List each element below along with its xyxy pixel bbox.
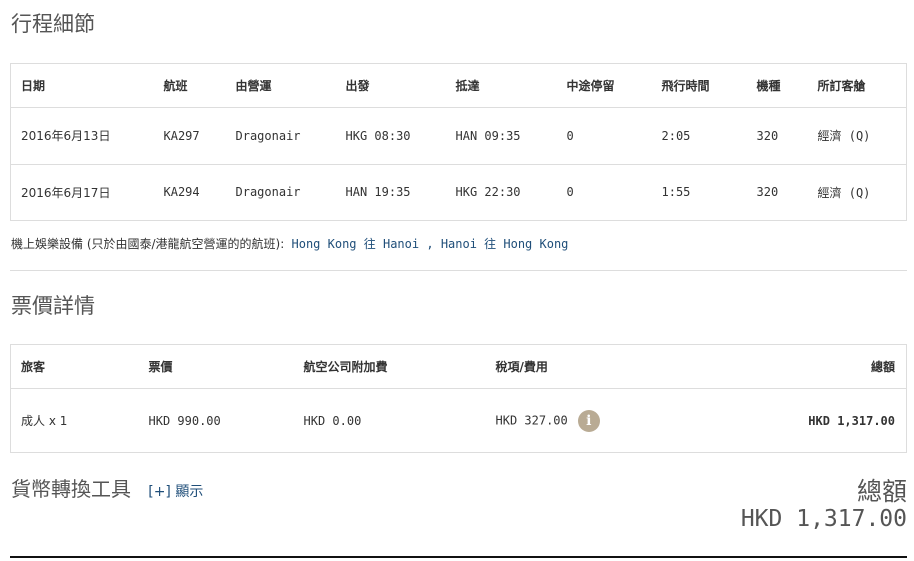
cell-stops: 0 [566,185,574,200]
cell-arrive: HKG 22:30 [455,185,521,200]
cell-taxes: HKD 327.00 i [486,389,666,453]
ife-separator: , [426,237,434,251]
itinerary-header-row: 日期 航班 由營運 出發 抵達 中途停留 飛行時間 機種 所訂客艙 [10,63,907,108]
grand-total-label: 總額 [856,477,907,506]
col-aircraft: 機種 [746,63,808,108]
cell-arrive: HAN 09:35 [445,107,557,165]
table-row: 成人 x 1 HKD 990.00 HKD 0.00 HKD 327.00 i H… [11,389,907,453]
cell-operator: Dragonair [225,107,336,165]
cell-cabin: 經濟 (Q) [807,107,907,165]
ife-line: 機上娛樂設備 (只於由國泰/港龍航空營運的的航班): Hong Kong 往 H… [11,235,568,252]
col-cabin: 所訂客艙 [807,63,907,108]
cell-date: 2016年6月13日 [10,107,154,165]
aircraft-link[interactable]: 320 [746,107,808,165]
fare-title: 票價詳情 [11,294,95,318]
col-date: 日期 [10,63,154,108]
cell-depart: HKG 08:30 [335,107,446,165]
currency-show-toggle[interactable]: [+] 顯示 [148,484,203,500]
ife-label: 機上娛樂設備 (只於由國泰/港龍航空營運的的航班): [11,237,285,251]
table-row: 2016年6月13日 KA297 Dragonair HKG 08:30 HAN… [10,107,907,165]
cell-operator: Dragonair [235,185,301,200]
currency-converter-title: 貨幣轉換工具 [11,477,131,501]
col-flight: 航班 [153,63,226,108]
col-stops: 中途停留 [556,63,652,108]
col-depart: 出發 [335,63,446,108]
cell-depart: HAN 19:35 [345,185,411,200]
cell-fare: HKD 990.00 [148,413,221,428]
bottom-divider [10,556,907,558]
itinerary-table: 日期 航班 由營運 出發 抵達 中途停留 飛行時間 機種 所訂客艙 2016年6… [10,63,907,221]
fare-table: 旅客 票價 航空公司附加費 稅項/費用 總額 成人 x 1 HKD 990.00… [10,344,907,453]
col-taxes: 稅項/費用 [485,344,666,389]
taxes-value: HKD 327.00 [495,413,568,427]
flight-link[interactable]: KA294 [154,164,226,221]
cell-duration: 2:05 [651,107,747,165]
col-arrive: 抵達 [445,63,557,108]
col-total: 總額 [665,344,907,389]
cell-surcharge: HKD 0.00 [303,413,362,428]
currency-converter: 貨幣轉換工具 [+] 顯示 [11,473,203,502]
divider [10,270,907,271]
info-icon[interactable]: i [577,409,600,432]
aircraft-link[interactable]: 320 [747,164,808,221]
ife-link-return[interactable]: Hanoi 往 Hong Kong [441,237,569,251]
col-duration: 飛行時間 [651,63,747,108]
cell-stops: 0 [556,107,652,165]
ife-link-outbound[interactable]: Hong Kong 往 Hanoi [292,237,420,251]
grand-total-value: HKD 1,317.00 [740,506,907,532]
table-row: 2016年6月17日 KA294 Dragonair HAN 19:35 HKG… [11,164,907,221]
cell-total: HKD 1,317.00 [808,413,895,428]
col-passenger: 旅客 [10,344,139,389]
flight-link[interactable]: KA297 [153,107,226,165]
col-fare: 票價 [138,344,294,389]
cell-duration: 1:55 [661,185,691,200]
cell-cabin: 經濟 (Q) [817,185,871,200]
col-operator: 由營運 [225,63,336,108]
cell-passenger: 成人 x 1 [21,414,68,428]
fare-header-row: 旅客 票價 航空公司附加費 稅項/費用 總額 [10,344,907,389]
col-surcharge: 航空公司附加費 [293,344,486,389]
itinerary-title: 行程細節 [11,12,95,36]
cell-date: 2016年6月17日 [21,185,111,200]
